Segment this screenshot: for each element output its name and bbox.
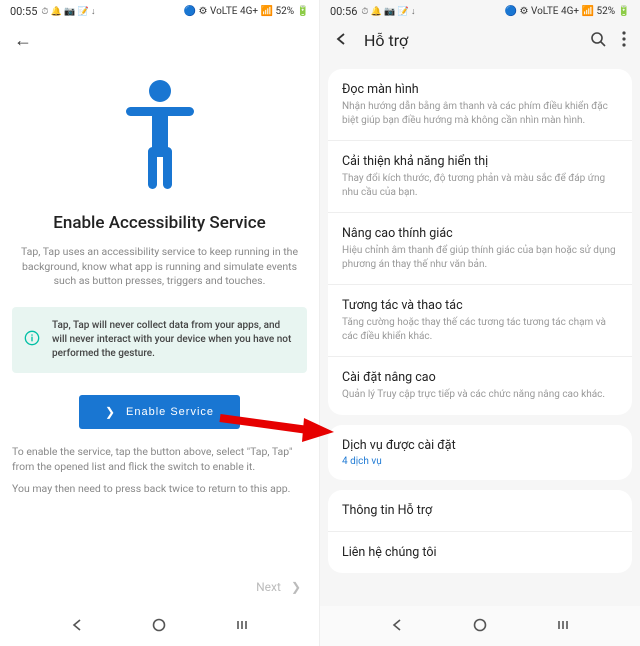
list-item-advanced[interactable]: Cài đặt nâng cao Quản lý Truy cập trực t… xyxy=(328,357,632,415)
page-title: Enable Accessibility Service xyxy=(0,207,319,245)
list-item-installed-services[interactable]: Dịch vụ được cài đặt 4 dịch vụ xyxy=(328,425,632,480)
info-text: Tap, Tap will never collect data from yo… xyxy=(52,319,293,361)
nav-recents-icon[interactable] xyxy=(556,617,570,636)
back-icon[interactable]: ← xyxy=(14,30,32,51)
list-item-contact[interactable]: Liên hệ chúng tôi xyxy=(328,532,632,573)
item-desc: Tăng cường hoặc thay thế các tương tác t… xyxy=(342,316,618,343)
description-text: Tap, Tap uses an accessibility service t… xyxy=(0,245,319,303)
header-title: Hỗ trợ xyxy=(364,31,574,50)
item-title: Đọc màn hình xyxy=(342,82,618,97)
status-indicators: ⏱ 🔔 📷 📝 ↓ xyxy=(41,6,95,17)
item-title: Cài đặt nâng cao xyxy=(342,370,618,385)
chevron-right-icon: ❯ xyxy=(105,405,116,419)
item-title: Liên hệ chúng tôi xyxy=(342,545,618,560)
status-right: 🔵 ⚙ VoLTE 4G+ 📶 52% 🔋 xyxy=(505,6,630,17)
list-item-support-info[interactable]: Thông tin Hỗ trợ xyxy=(328,490,632,532)
item-desc: Nhận hướng dẫn bằng âm thanh và các phím… xyxy=(342,100,618,127)
instruction-text-2: You may then need to press back twice to… xyxy=(0,482,319,505)
item-title: Tương tác và thao tác xyxy=(342,298,618,313)
back-icon[interactable] xyxy=(334,30,348,51)
next-button: Next ❯ xyxy=(256,580,301,594)
list-item-hearing[interactable]: Nâng cao thính giác Hiệu chỉnh âm thanh … xyxy=(328,213,632,285)
system-nav-bar xyxy=(320,606,640,646)
item-desc: Quản lý Truy cập trực tiếp và các chức n… xyxy=(342,388,618,402)
more-icon[interactable] xyxy=(622,31,626,51)
nav-home-icon[interactable] xyxy=(152,617,166,636)
list-item-screen-reader[interactable]: Đọc màn hình Nhận hướng dẫn bằng âm than… xyxy=(328,69,632,141)
item-title: Nâng cao thính giác xyxy=(342,226,618,241)
item-link: 4 dịch vụ xyxy=(342,456,618,467)
chevron-right-icon: ❯ xyxy=(291,580,301,594)
next-label: Next xyxy=(256,580,281,594)
info-icon xyxy=(24,330,40,350)
item-desc: Thay đổi kích thước, độ tương phản và mà… xyxy=(342,172,618,199)
status-bar: 00:55 ⏱ 🔔 📷 📝 ↓ 🔵 ⚙ VoLTE 4G+ 📶 52% 🔋 xyxy=(0,0,319,22)
nav-back-icon[interactable] xyxy=(70,617,84,636)
nav-back-icon[interactable] xyxy=(390,617,404,636)
info-box: Tap, Tap will never collect data from yo… xyxy=(12,307,307,373)
enable-button-label: Enable Service xyxy=(126,406,214,418)
status-time: 00:55 xyxy=(10,5,37,18)
status-time: 00:56 xyxy=(330,5,357,18)
enable-service-button[interactable]: ❯ Enable Service xyxy=(79,395,240,429)
list-item-interaction[interactable]: Tương tác và thao tác Tăng cường hoặc th… xyxy=(328,285,632,357)
nav-recents-icon[interactable] xyxy=(235,617,249,636)
system-nav-bar xyxy=(0,606,319,646)
status-indicators: ⏱ 🔔 📷 📝 ↓ xyxy=(361,6,415,17)
item-title: Cải thiện khả năng hiển thị xyxy=(342,154,618,169)
status-bar: 00:56 ⏱ 🔔 📷 📝 ↓ 🔵 ⚙ VoLTE 4G+ 📶 52% 🔋 xyxy=(320,0,640,22)
status-right: 🔵 ⚙ VoLTE 4G+ 📶 52% 🔋 xyxy=(184,6,309,17)
accessibility-illustration xyxy=(0,59,319,207)
item-title: Thông tin Hỗ trợ xyxy=(342,503,618,518)
instruction-text-1: To enable the service, tap the button ab… xyxy=(0,445,319,482)
item-desc: Hiệu chỉnh âm thanh để giúp thính giác c… xyxy=(342,244,618,271)
item-title: Dịch vụ được cài đặt xyxy=(342,438,618,453)
search-icon[interactable] xyxy=(590,31,606,51)
nav-home-icon[interactable] xyxy=(473,617,487,636)
list-item-visibility[interactable]: Cải thiện khả năng hiển thị Thay đổi kíc… xyxy=(328,141,632,213)
